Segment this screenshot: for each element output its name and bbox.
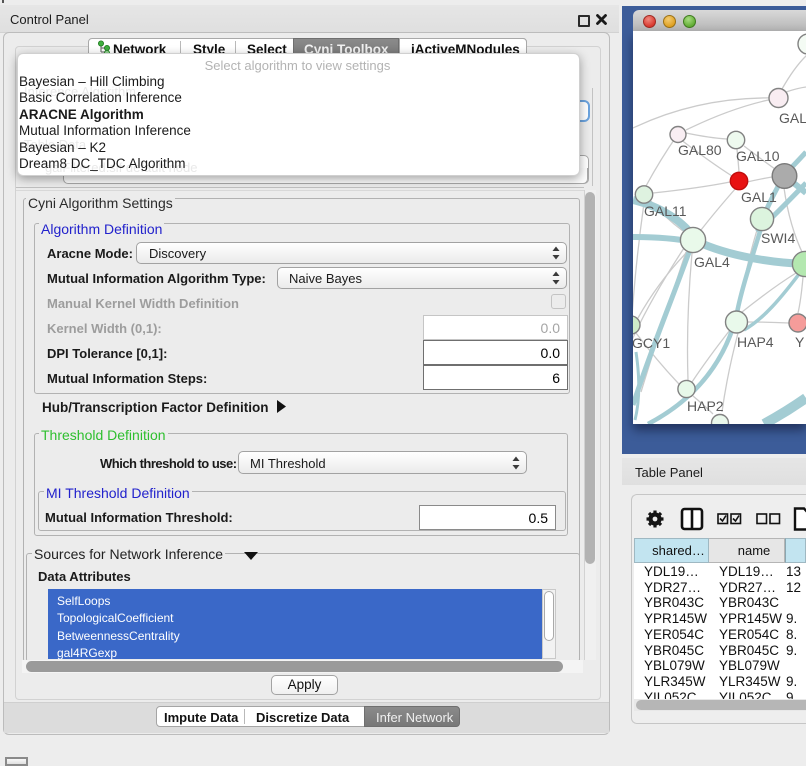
svg-text:GAL10: GAL10 bbox=[736, 148, 780, 164]
svg-text:HAP4: HAP4 bbox=[737, 334, 774, 350]
svg-text:HAP2: HAP2 bbox=[687, 398, 724, 414]
svg-text:GAL1: GAL1 bbox=[741, 189, 777, 205]
svg-text:Y: Y bbox=[795, 334, 805, 350]
svg-text:SWI4: SWI4 bbox=[761, 230, 795, 246]
svg-text:GAL4: GAL4 bbox=[694, 254, 730, 270]
svg-text:GAL8: GAL8 bbox=[779, 110, 806, 126]
svg-text:GAL80: GAL80 bbox=[678, 142, 722, 158]
svg-text:GAL11: GAL11 bbox=[644, 203, 687, 219]
svg-text:GCY1: GCY1 bbox=[633, 335, 670, 351]
